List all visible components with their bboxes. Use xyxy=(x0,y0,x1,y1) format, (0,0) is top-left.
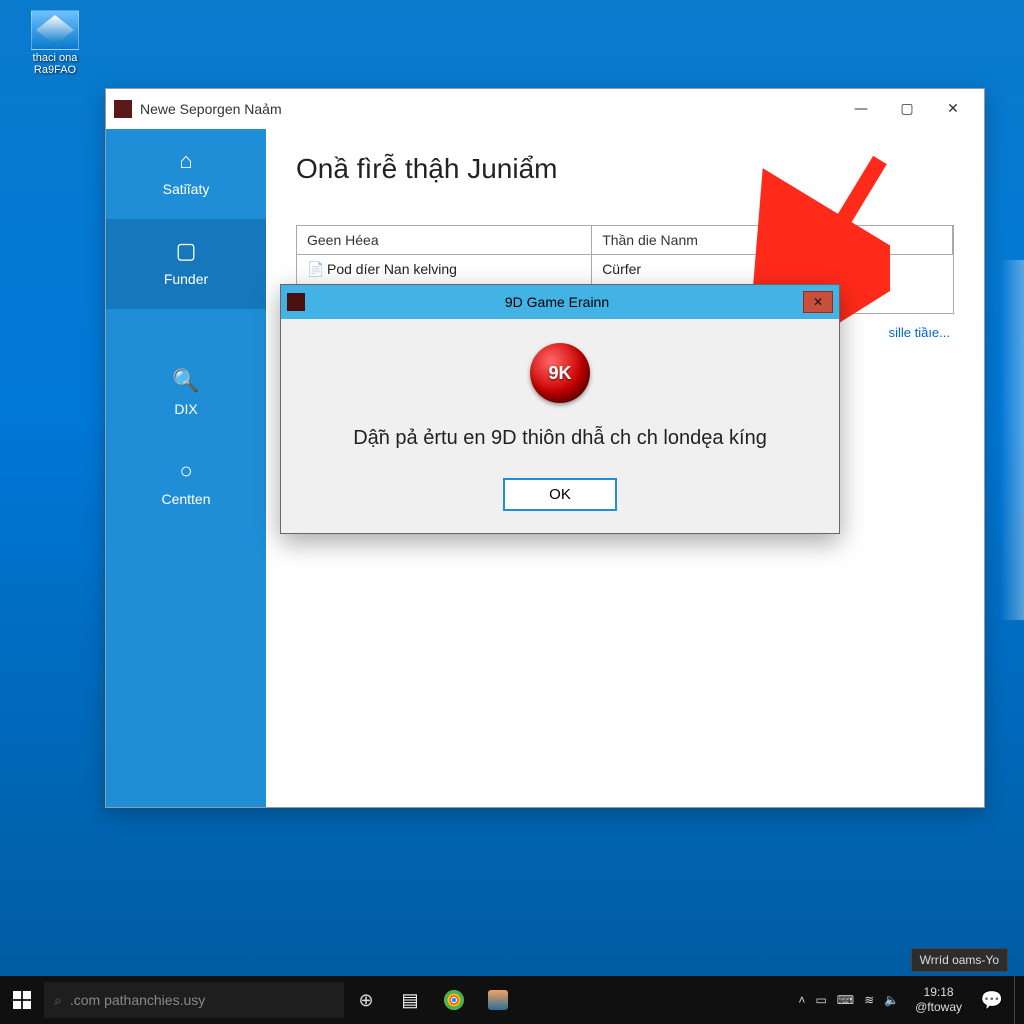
page-heading: Onầ fìrễ thậh Juniẩm xyxy=(296,153,954,185)
sidebar-item-security[interactable]: ⌂ Satiĩaty xyxy=(106,129,266,219)
show-desktop-button[interactable] xyxy=(1014,976,1024,1024)
table-row[interactable]: 📄 Pod díer Nan kelving Cürfer xyxy=(297,255,953,284)
error-badge-text: 9K xyxy=(548,363,571,384)
taskbar: ⌕ .com pathanchies.usy ⊕ ▤ ˄ ▭ ⌨ ≋ 🔈 19:… xyxy=(0,976,1024,1024)
windows-logo-icon xyxy=(13,991,31,1009)
table-header-name: Geen Héea xyxy=(297,226,592,255)
dialog-app-icon xyxy=(287,293,305,311)
tray-battery-icon[interactable]: ▭ xyxy=(815,993,826,1007)
dialog-ok-label: OK xyxy=(549,486,571,503)
sidebar-item-funder[interactable]: ▢ Funder xyxy=(106,219,266,309)
more-link[interactable]: sille tiầıe... xyxy=(889,325,950,340)
sidebar-item-dix[interactable]: 🔍 DIX xyxy=(106,349,266,439)
sidebar-item-centten[interactable]: ○ Centten xyxy=(106,439,266,529)
window-titlebar[interactable]: Newe Seporgen Naảm — ▢ ✕ xyxy=(106,89,984,129)
monitor-icon: ▢ xyxy=(171,239,201,263)
search-placeholder: .com pathanchies.usy xyxy=(70,992,205,1008)
desktop-shortcut-icon xyxy=(31,10,79,50)
dialog-close-button[interactable]: ✕ xyxy=(803,291,833,313)
search-icon: ⌕ xyxy=(54,992,62,1009)
table-header-row: Geen Héea Thần die Nanm xyxy=(297,226,953,255)
tray-preview-tooltip: Wrríd oams-Yo xyxy=(911,948,1008,972)
task-view-button[interactable]: ⊕ xyxy=(344,976,388,1024)
desktop-edge-highlight xyxy=(1000,260,1024,620)
taskbar-app-generic[interactable] xyxy=(476,976,520,1024)
search-icon: 🔍 xyxy=(171,369,201,393)
start-button[interactable] xyxy=(0,976,44,1024)
window-app-icon xyxy=(114,100,132,118)
clock-label: @ftoway xyxy=(915,1000,962,1015)
dialog-title: 9D Game Erainn xyxy=(505,294,609,310)
chrome-icon xyxy=(443,989,465,1011)
desktop-shortcut[interactable]: thaci ona Ra9FAO xyxy=(20,10,90,76)
row-name: Pod díer Nan kelving xyxy=(327,261,457,277)
window-title: Newe Seporgen Naảm xyxy=(140,101,282,117)
sidebar-item-label: Centten xyxy=(116,491,256,507)
error-dialog: 9D Game Erainn ✕ 9K Dậ̃n pả ẻrtu en 9D t… xyxy=(280,284,840,534)
dialog-titlebar[interactable]: 9D Game Erainn ✕ xyxy=(281,285,839,319)
taskbar-search[interactable]: ⌕ .com pathanchies.usy xyxy=(44,982,344,1018)
sidebar: ⌂ Satiĩaty ▢ Funder 🔍 DIX ○ Centten xyxy=(106,129,266,807)
system-tray[interactable]: ˄ ▭ ⌨ ≋ 🔈 xyxy=(790,993,907,1007)
dialog-ok-button[interactable]: OK xyxy=(503,478,617,511)
dialog-message: Dậ̃n pả ẻrtu en 9D thiôn dhẫ ch ch londę… xyxy=(311,427,809,450)
tray-volume-icon[interactable]: 🔈 xyxy=(884,993,899,1007)
notifications-button[interactable]: 💬 xyxy=(970,976,1014,1024)
home-icon: ⌂ xyxy=(171,149,201,173)
table-header-publisher: Thần die Nanm xyxy=(592,226,953,255)
sidebar-item-label: DIX xyxy=(116,401,256,417)
sidebar-item-label: Satiĩaty xyxy=(116,181,256,197)
window-minimize-button[interactable]: — xyxy=(838,89,884,129)
file-icon: 📄 xyxy=(307,261,321,278)
clock-time: 19:18 xyxy=(915,985,962,1000)
taskbar-app-chrome[interactable] xyxy=(432,976,476,1024)
tray-chevron-up-icon[interactable]: ˄ xyxy=(798,993,805,1007)
error-badge-icon: 9K xyxy=(530,343,590,403)
tray-network-icon[interactable]: ≋ xyxy=(864,993,874,1007)
circle-icon: ○ xyxy=(171,459,201,483)
sidebar-item-label: Funder xyxy=(116,271,256,287)
window-close-button[interactable]: ✕ xyxy=(930,89,976,129)
tray-keyboard-icon[interactable]: ⌨ xyxy=(837,993,854,1007)
row-publisher: Cürfer xyxy=(592,255,953,284)
taskbar-app-office[interactable]: ▤ xyxy=(388,976,432,1024)
window-maximize-button[interactable]: ▢ xyxy=(884,89,930,129)
system-clock[interactable]: 19:18 @ftoway xyxy=(907,985,970,1015)
app-icon xyxy=(488,990,508,1010)
desktop-shortcut-label: thaci ona Ra9FAO xyxy=(20,52,90,76)
